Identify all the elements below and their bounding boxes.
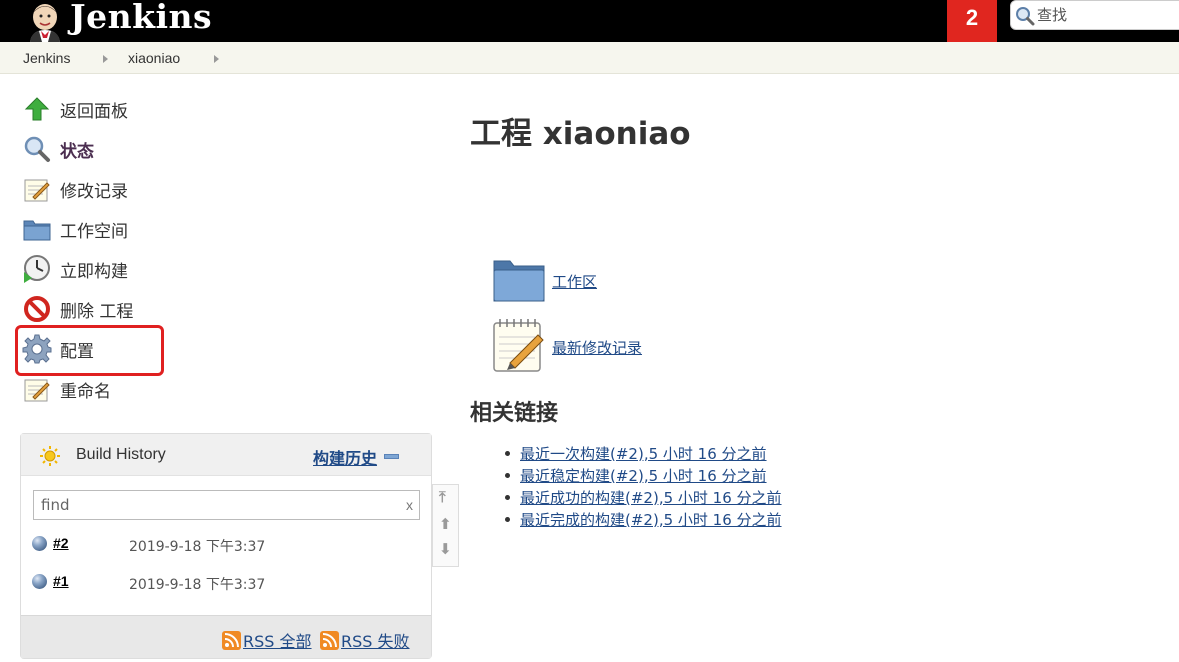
build-history-header: Build History 构建历史 (21, 434, 431, 476)
build-history-title: Build History (76, 446, 166, 463)
rss-icon (320, 630, 339, 650)
up-arrow-icon (22, 94, 52, 124)
build-history-footer: RSS 全部 RSS 失败 (21, 615, 431, 658)
notepad-icon (22, 174, 52, 204)
last-successful-build-link[interactable]: 最近成功的构建(#2),5 小时 16 分之前 (520, 487, 782, 508)
related-links-heading: 相关链接 (470, 401, 559, 426)
search-box (1010, 0, 1179, 30)
last-stable-build-link[interactable]: 最近稳定构建(#2),5 小时 16 分之前 (520, 465, 767, 486)
notification-badge[interactable]: 2 (947, 0, 997, 42)
breadcrumb-menu-arrow[interactable] (103, 55, 108, 63)
build-history-pager: ⤒ ⬆ ⬇ (432, 484, 459, 567)
build-history-panel: Build History 构建历史 x #2 2019-9-18 下午3:37… (20, 433, 432, 659)
notepad-icon (22, 374, 52, 404)
build-filter-input[interactable] (41, 495, 391, 515)
breadcrumb-project[interactable]: xiaoniao (128, 50, 180, 66)
page-up-icon[interactable]: ⬆ (439, 515, 452, 533)
blue-ball-status-icon (32, 574, 47, 589)
build-row: #2 2019-9-18 下午3:37 (21, 525, 431, 563)
last-completed-build-link[interactable]: 最近完成的构建(#2),5 小时 16 分之前 (520, 509, 782, 530)
task-back-to-dashboard[interactable]: 返回面板 (22, 94, 128, 124)
task-label: 状态 (60, 141, 94, 162)
recent-changes-link[interactable]: 最新修改记录 (552, 337, 642, 358)
top-header: Jenkins 2 (0, 0, 1179, 42)
related-links-list: 最近一次构建(#2),5 小时 16 分之前 最近稳定构建(#2),5 小时 1… (505, 442, 782, 530)
configure-highlight-box (15, 325, 164, 376)
build-date[interactable]: 2019-9-18 下午3:37 (129, 536, 265, 556)
build-trend-link[interactable]: 构建历史 (313, 445, 377, 469)
build-filter-box: x (33, 490, 420, 520)
breadcrumb-jenkins[interactable]: Jenkins (23, 50, 70, 66)
list-item[interactable]: 最近稳定构建(#2),5 小时 16 分之前 (505, 464, 782, 486)
task-workspace[interactable]: 工作空间 (22, 214, 128, 244)
bullet (505, 450, 510, 456)
task-changes[interactable]: 修改记录 (22, 174, 128, 204)
search-icon (1015, 6, 1035, 31)
page-title: 工程 xiaoniao (470, 116, 691, 152)
list-item[interactable]: 最近成功的构建(#2),5 小时 16 分之前 (505, 486, 782, 508)
no-entry-icon (22, 294, 52, 324)
task-label: 返回面板 (60, 101, 128, 122)
jenkins-butler-logo[interactable] (22, 0, 68, 42)
task-label: 修改记录 (60, 181, 128, 202)
task-label: 删除 工程 (60, 301, 134, 322)
rss-icon (222, 630, 241, 650)
bullet (505, 494, 510, 500)
magnifier-icon (22, 134, 52, 164)
rss-failed-label: RSS 失败 (341, 632, 410, 651)
bullet (505, 516, 510, 522)
breadcrumb-menu-arrow[interactable] (214, 55, 219, 63)
folder-icon (22, 214, 52, 244)
workspace-link[interactable]: 工作区 (552, 271, 597, 292)
task-label: 工作空间 (60, 221, 128, 242)
clear-filter-button[interactable]: x (406, 497, 413, 513)
rss-all-link[interactable]: RSS 全部 (222, 628, 312, 652)
list-item[interactable]: 最近一次构建(#2),5 小时 16 分之前 (505, 442, 782, 464)
task-status[interactable]: 状态 (22, 134, 94, 164)
page-top-icon[interactable]: ⤒ (439, 489, 446, 506)
search-input[interactable] (1037, 5, 1177, 25)
notepad-icon (492, 317, 546, 378)
build-number-link[interactable]: #2 (53, 535, 69, 551)
task-build-now[interactable]: 立即构建 (22, 254, 128, 284)
bullet (505, 472, 510, 478)
task-label: 重命名 (60, 381, 111, 402)
rss-failed-link[interactable]: RSS 失败 (320, 628, 410, 652)
rss-all-label: RSS 全部 (243, 632, 312, 651)
clock-build-icon (22, 254, 52, 284)
last-build-link[interactable]: 最近一次构建(#2),5 小时 16 分之前 (520, 443, 767, 464)
build-date[interactable]: 2019-9-18 下午3:37 (129, 574, 265, 594)
build-number-link[interactable]: #1 (53, 573, 69, 589)
workspace-entry[interactable]: 工作区 (492, 255, 597, 308)
brand-name[interactable]: Jenkins (70, 0, 212, 36)
changes-entry[interactable]: 最新修改记录 (492, 317, 642, 378)
list-item[interactable]: 最近完成的构建(#2),5 小时 16 分之前 (505, 508, 782, 530)
task-rename[interactable]: 重命名 (22, 374, 111, 404)
weather-sun-icon (39, 445, 61, 472)
task-delete-project[interactable]: 删除 工程 (22, 294, 133, 324)
blue-ball-status-icon (32, 536, 47, 551)
folder-icon (492, 255, 546, 308)
task-label: 立即构建 (60, 261, 128, 282)
page-down-icon[interactable]: ⬇ (439, 540, 452, 558)
collapse-icon[interactable] (384, 454, 399, 459)
breadcrumb: Jenkins xiaoniao (0, 42, 1179, 74)
build-row: #1 2019-9-18 下午3:37 (21, 563, 431, 601)
